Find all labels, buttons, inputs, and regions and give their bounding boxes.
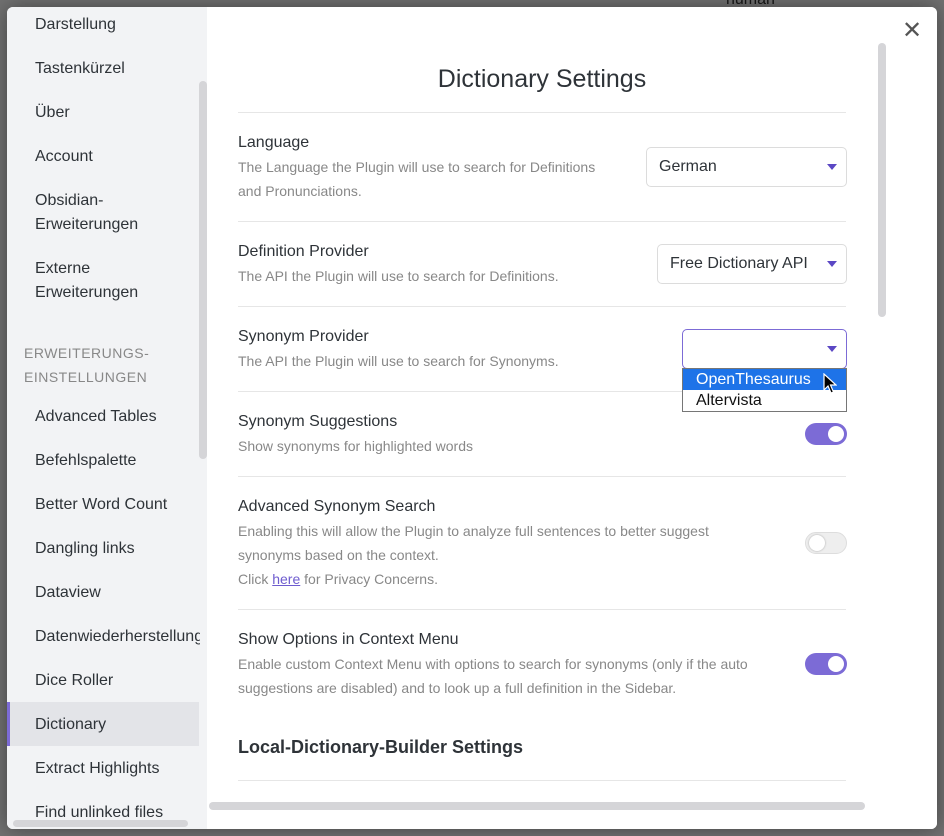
sidebar-section-heading-line2: EINSTELLUNGEN (24, 369, 148, 385)
privacy-text: for Privacy Concerns. (304, 571, 438, 587)
content-horizontal-scrollbar[interactable] (209, 802, 865, 810)
synonym-provider-setting-desc: The API the Plugin will use to search fo… (238, 353, 559, 369)
sidebar-item-dangling-links[interactable]: Dangling links (35, 537, 205, 561)
context-menu-desc-line1: Enable custom Context Menu with options … (238, 656, 748, 672)
sidebar-item-obsidian-erweiterungen-line1[interactable]: Obsidian- (35, 189, 205, 213)
language-select[interactable]: German (646, 147, 847, 187)
sidebar-item-tastenkuerzel[interactable]: Tastenkürzel (35, 57, 205, 81)
sidebar-item-datenwiederherstellung[interactable]: Datenwiederherstellung (35, 625, 200, 649)
sidebar-item-externe-erweiterungen-line1[interactable]: Externe (35, 257, 205, 281)
page-title: Dictionary Settings (437, 65, 647, 93)
sidebar-item-dictionary[interactable]: Dictionary (35, 713, 205, 737)
divider (238, 221, 846, 222)
language-select-value: German (659, 158, 717, 175)
divider (238, 780, 846, 781)
sidebar-vertical-scrollbar[interactable] (199, 81, 207, 459)
dropdown-option-openthesaurus[interactable]: OpenThesaurus (683, 369, 846, 390)
sidebar-item-darstellung[interactable]: Darstellung (35, 13, 205, 37)
mouse-cursor-icon (823, 373, 837, 394)
click-text: Click (238, 571, 269, 587)
chevron-down-icon (827, 346, 837, 352)
synonym-suggestions-toggle[interactable] (805, 423, 847, 445)
sidebar-item-advanced-tables[interactable]: Advanced Tables (35, 405, 205, 429)
divider (238, 306, 846, 307)
sidebar-item-befehlspalette[interactable]: Befehlspalette (35, 449, 205, 473)
definition-provider-select[interactable]: Free Dictionary API (657, 244, 847, 284)
settings-modal: Darstellung Tastenkürzel Über Account Ob… (7, 7, 937, 829)
language-setting-name: Language (238, 134, 310, 151)
content-vertical-scrollbar[interactable] (878, 43, 886, 317)
sidebar-horizontal-scrollbar[interactable] (13, 820, 188, 827)
language-setting-desc-line1: The Language the Plugin will use to sear… (238, 159, 596, 175)
sidebar-item-obsidian-erweiterungen-line2[interactable]: Erweiterungen (35, 213, 205, 237)
advanced-synonym-search-toggle[interactable] (805, 532, 847, 554)
divider (238, 609, 846, 610)
sidebar-item-ueber[interactable]: Über (35, 101, 205, 125)
definition-provider-select-value: Free Dictionary API (670, 255, 808, 272)
toggle-knob (828, 656, 844, 672)
synonym-suggestions-setting-desc: Show synonyms for highlighted words (238, 438, 474, 454)
dropdown-option-altervista[interactable]: Altervista (683, 390, 846, 411)
context-menu-setting-name: Show Options in Context Menu (238, 631, 459, 648)
language-setting-desc-line2: and Pronunciations. (238, 183, 362, 199)
sidebar-item-better-word-count[interactable]: Better Word Count (35, 493, 205, 517)
advanced-synonym-search-desc-line2: synonyms based on the context. (238, 547, 439, 563)
context-menu-desc-line2: suggestions are disabled) and to look up… (238, 680, 677, 696)
toggle-knob (828, 426, 844, 442)
divider (238, 476, 846, 477)
toggle-knob (809, 535, 825, 551)
definition-provider-setting-name: Definition Provider (238, 243, 369, 260)
sidebar-item-dataview[interactable]: Dataview (35, 581, 205, 605)
sidebar-item-extract-highlights[interactable]: Extract Highlights (35, 757, 205, 781)
chevron-down-icon (827, 164, 837, 170)
context-menu-toggle[interactable] (805, 653, 847, 675)
settings-content: ✕ Dictionary Settings Language The Langu… (207, 7, 937, 829)
chevron-down-icon (827, 261, 837, 267)
sidebar-item-externe-erweiterungen-line2[interactable]: Erweiterungen (35, 281, 205, 305)
local-dictionary-builder-heading: Local-Dictionary-Builder Settings (238, 737, 524, 757)
sidebar-item-account[interactable]: Account (35, 145, 205, 169)
close-icon[interactable]: ✕ (899, 18, 925, 44)
definition-provider-setting-desc: The API the Plugin will use to search fo… (238, 268, 559, 284)
settings-sidebar: Darstellung Tastenkürzel Über Account Ob… (7, 7, 207, 829)
divider (238, 112, 846, 113)
synonym-suggestions-setting-name: Synonym Suggestions (238, 413, 398, 430)
advanced-synonym-search-desc-line1: Enabling this will allow the Plugin to a… (238, 523, 709, 539)
synonym-provider-setting-name: Synonym Provider (238, 328, 369, 345)
advanced-synonym-search-desc-line3: Click here for Privacy Concerns. (238, 567, 438, 591)
synonym-provider-select[interactable] (682, 329, 847, 369)
advanced-synonym-search-setting-name: Advanced Synonym Search (238, 498, 436, 515)
sidebar-item-dice-roller[interactable]: Dice Roller (35, 669, 205, 693)
sidebar-section-heading-line1: ERWEITERUNGS- (24, 345, 150, 361)
privacy-link[interactable]: here (272, 571, 300, 587)
